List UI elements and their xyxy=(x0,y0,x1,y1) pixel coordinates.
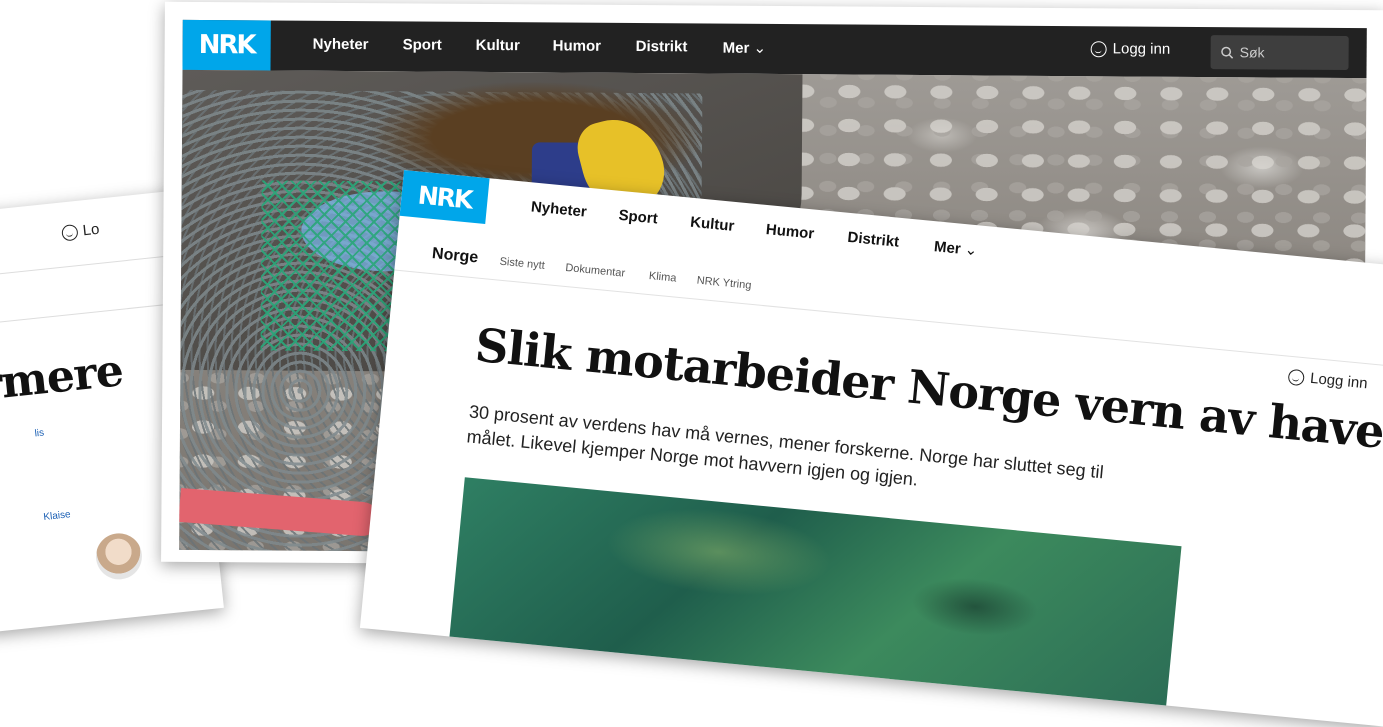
chevron-down-icon: ⌄ xyxy=(753,39,767,57)
user-icon xyxy=(1090,40,1107,57)
nav-item-kultur[interactable]: Kultur xyxy=(690,214,736,235)
login-link[interactable]: Logg inn xyxy=(1090,40,1171,58)
photo-green-net xyxy=(260,180,402,352)
nav-item-humor[interactable]: Humor xyxy=(553,37,601,54)
nav-item-distrikt[interactable]: Distrikt xyxy=(847,229,900,251)
nav-item-mer[interactable]: Mer ⌄ xyxy=(723,39,767,57)
mer-label: Mer xyxy=(722,39,750,57)
mer-label: Mer xyxy=(933,238,962,258)
article-headline-fragment: rmere xyxy=(0,345,126,411)
user-icon xyxy=(1287,368,1306,386)
subnav-klima[interactable]: Klima xyxy=(648,270,677,285)
nav-item-distrikt[interactable]: Distrikt xyxy=(636,38,688,55)
login-link[interactable]: Logg inn xyxy=(1287,368,1369,393)
related-link[interactable]: Klaise xyxy=(43,509,71,523)
nav-item-mer[interactable]: Mer ⌄ xyxy=(933,237,978,259)
related-link[interactable]: lis xyxy=(34,428,45,440)
search-placeholder: Søk xyxy=(1239,44,1265,61)
nav-item-humor[interactable]: Humor xyxy=(765,221,815,243)
chevron-down-icon: ⌄ xyxy=(963,241,979,260)
nav-item-kultur[interactable]: Kultur xyxy=(476,37,520,54)
section-title[interactable]: Norge xyxy=(431,245,479,267)
nav-item-nyheter[interactable]: Nyheter xyxy=(530,198,587,220)
login-label: Logg inn xyxy=(1112,40,1171,58)
top-navbar: NRK Nyheter Sport Kultur Humor Distrikt … xyxy=(182,19,1367,79)
subnav-dokumentar[interactable]: Dokumentar xyxy=(565,262,626,280)
nrk-logo[interactable]: NRK xyxy=(182,19,271,71)
nav-item-sport[interactable]: Sport xyxy=(618,207,659,228)
nav-item-sport[interactable]: Sport xyxy=(403,36,442,53)
search-icon xyxy=(1221,46,1234,59)
nrk-logo[interactable]: NRK xyxy=(399,170,490,225)
subnav-siste-nytt[interactable]: Siste nytt xyxy=(499,256,545,272)
author-avatar xyxy=(93,531,145,582)
nav-item-nyheter[interactable]: Nyheter xyxy=(313,36,369,53)
divider xyxy=(0,253,187,280)
user-icon xyxy=(61,223,79,242)
front-article-card: NRK Nyheter Sport Kultur Humor Distrikt … xyxy=(359,170,1383,727)
login-link[interactable]: Lo xyxy=(61,221,100,242)
subnav-nrk-ytring[interactable]: NRK Ytring xyxy=(696,275,752,292)
search-field[interactable]: Søk xyxy=(1210,35,1349,71)
login-label: Logg inn xyxy=(1309,369,1369,393)
article-photo-underwater xyxy=(445,477,1182,727)
login-label: Lo xyxy=(81,220,101,240)
